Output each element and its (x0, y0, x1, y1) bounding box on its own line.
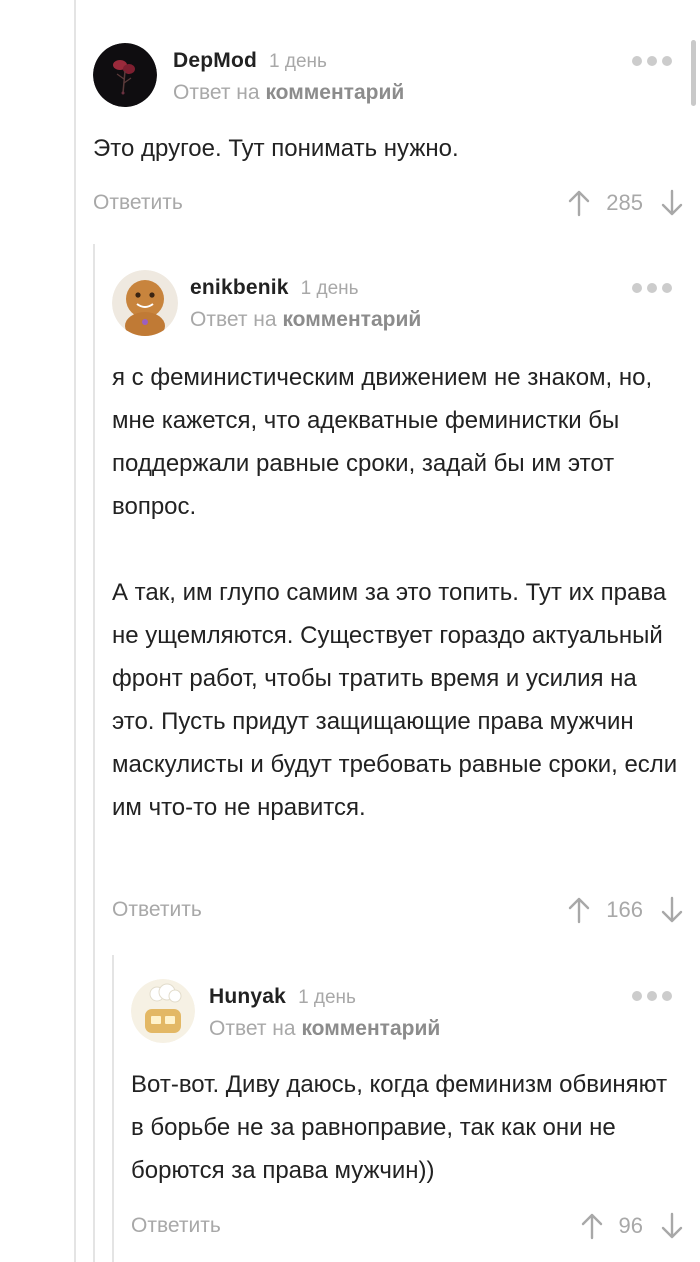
thread-line-level-1 (74, 0, 76, 1262)
more-options-icon[interactable] (632, 283, 672, 293)
reply-to-link[interactable]: комментарий (282, 308, 421, 331)
reply-button[interactable]: Ответить (112, 898, 202, 922)
comment-text: Вот-вот. Диву даюсь, когда феминизм обви… (131, 1063, 683, 1192)
comment-paragraph: А так, им глупо самим за это топить. Тут… (112, 579, 678, 821)
rating-control: 166 (568, 896, 683, 924)
downvote-icon[interactable] (661, 1212, 683, 1240)
comment-paragraph: Это другое. Тут понимать нужно. (93, 135, 459, 162)
scrollbar[interactable] (691, 40, 696, 106)
comment-time: 1 день (298, 987, 356, 1008)
rose-avatar[interactable] (93, 43, 157, 107)
downvote-icon[interactable] (661, 189, 683, 217)
comment-text: я с феминистическим движением не знаком,… (112, 356, 683, 829)
comment-paragraph: Вот-вот. Диву даюсь, когда феминизм обви… (131, 1071, 668, 1184)
comment-time: 1 день (300, 278, 359, 299)
rating-count: 166 (606, 897, 643, 922)
reply-to-line: Ответ на комментарий (173, 81, 404, 105)
reply-to-line: Ответ на комментарий (190, 308, 421, 332)
reply-to-prefix: Ответ на (209, 1017, 296, 1040)
thread-line-level-2 (93, 244, 95, 1262)
upvote-icon[interactable] (568, 189, 590, 217)
comment-hunyak: Hunyak 1 день Ответ на комментарий Вот-в… (131, 979, 683, 1249)
comment-depmod: DepMod 1 день Ответ на комментарий Это д… (93, 43, 683, 233)
downvote-icon[interactable] (661, 896, 683, 924)
rating-control: 96 (581, 1212, 683, 1240)
comment-text: Это другое. Тут понимать нужно. (93, 127, 683, 170)
baker-avatar[interactable] (131, 979, 195, 1043)
reply-button[interactable]: Ответить (131, 1214, 221, 1238)
author-name[interactable]: Hunyak (209, 985, 286, 1009)
reply-to-line: Ответ на комментарий (209, 1017, 440, 1041)
more-options-icon[interactable] (632, 56, 672, 66)
upvote-icon[interactable] (568, 896, 590, 924)
author-name[interactable]: DepMod (173, 49, 257, 73)
gingerbread-avatar[interactable] (112, 270, 178, 336)
reply-to-link[interactable]: комментарий (301, 1017, 440, 1040)
thread-line-level-3 (112, 955, 114, 1262)
comment-enikbenik: enikbenik 1 день Ответ на комментарий я … (112, 270, 683, 940)
reply-to-prefix: Ответ на (173, 81, 260, 104)
rating-count: 96 (618, 1213, 643, 1238)
upvote-icon[interactable] (581, 1212, 603, 1240)
rating-control: 285 (568, 189, 683, 217)
reply-to-link[interactable]: комментарий (265, 81, 404, 104)
comment-time: 1 день (269, 51, 327, 72)
rating-count: 285 (606, 190, 643, 215)
more-options-icon[interactable] (632, 991, 672, 1001)
author-name[interactable]: enikbenik (190, 276, 289, 300)
reply-to-prefix: Ответ на (190, 308, 277, 331)
comment-paragraph: я с феминистическим движением не знаком,… (112, 364, 653, 520)
reply-button[interactable]: Ответить (93, 191, 183, 215)
